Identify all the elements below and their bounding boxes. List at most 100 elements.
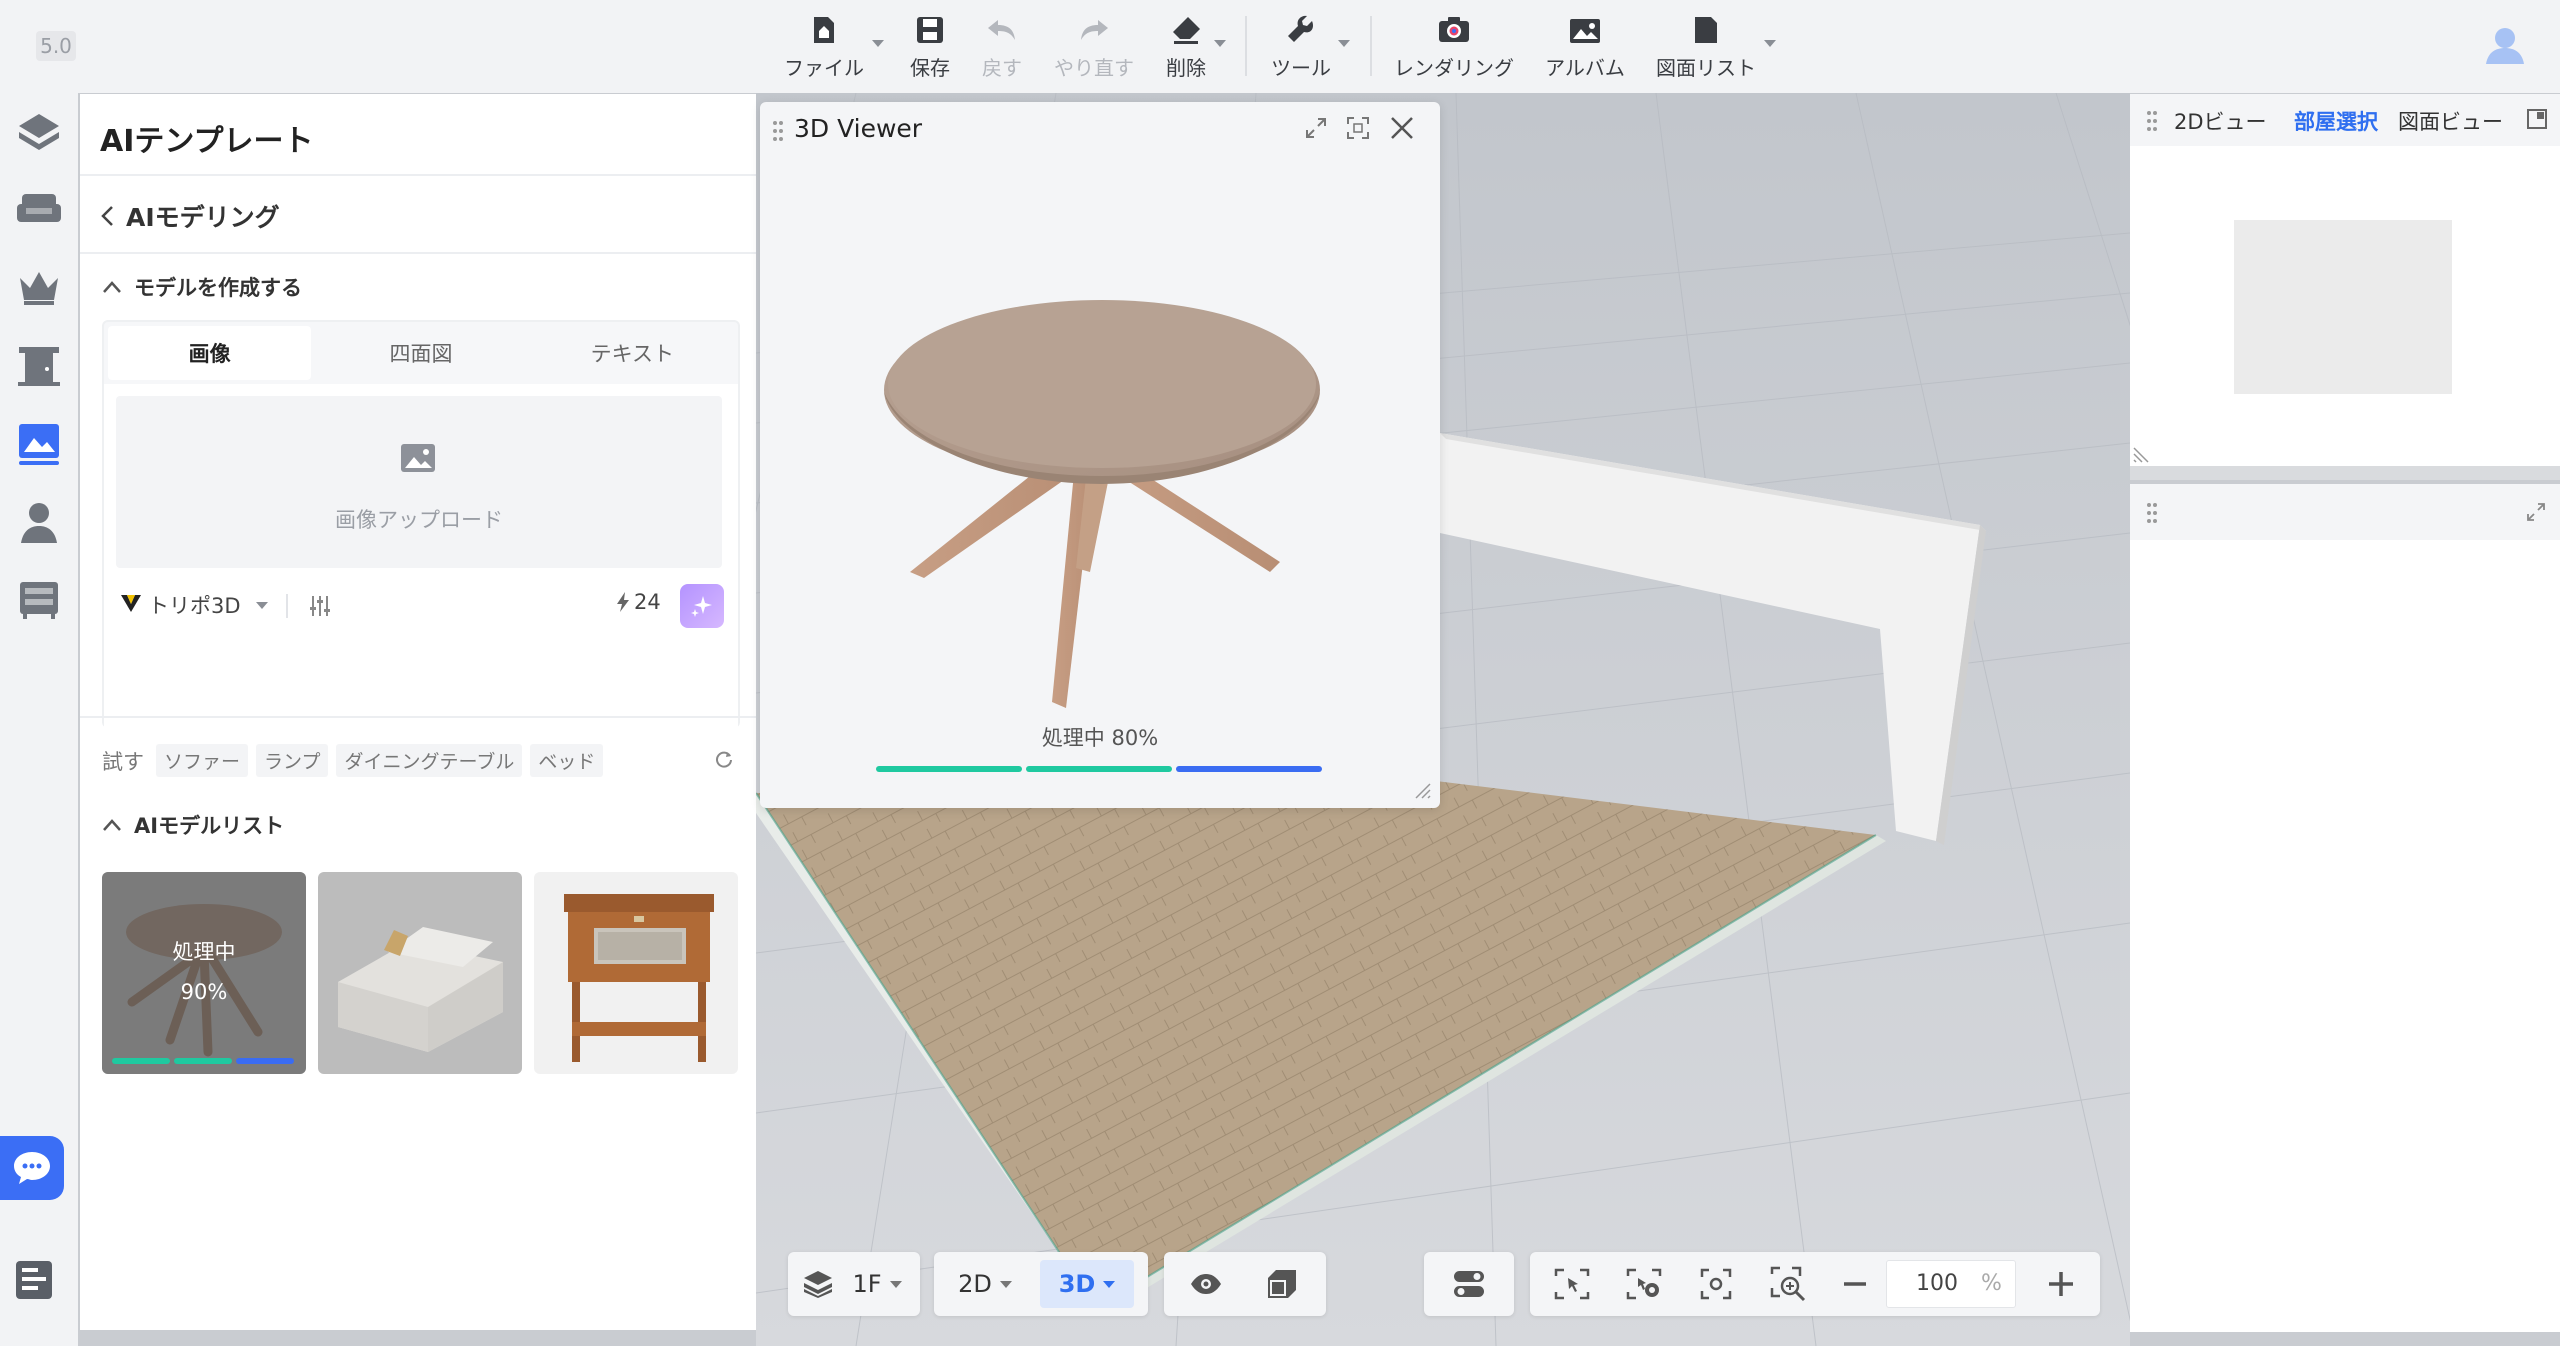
- tab-text[interactable]: テキスト: [531, 326, 734, 380]
- tab-room-select[interactable]: 部屋選択: [2294, 106, 2378, 136]
- back-to-ai-modeling[interactable]: AIモデリング: [100, 198, 280, 234]
- suggestion-chip[interactable]: ベッド: [530, 744, 604, 777]
- tools-button[interactable]: ツール: [1268, 12, 1334, 84]
- sofa-icon: [16, 192, 62, 228]
- delete-button[interactable]: 削除: [1162, 12, 1210, 84]
- panel-toggle-icon: [14, 1259, 60, 1301]
- resize-handle-icon[interactable]: [2132, 444, 2152, 464]
- suggestion-chip[interactable]: ソファー: [156, 744, 249, 777]
- view-3d-button[interactable]: 3D: [1040, 1260, 1134, 1308]
- model-thumbnail[interactable]: [318, 872, 522, 1074]
- tab-image[interactable]: 画像: [108, 326, 312, 380]
- chevron-up-icon: [102, 818, 122, 832]
- frame-select-icon: [1554, 1268, 1590, 1300]
- zoom-in-button[interactable]: [2036, 1252, 2086, 1316]
- generate-button[interactable]: [680, 584, 724, 628]
- model-thumbnail[interactable]: 処理中 90%: [102, 872, 306, 1074]
- redo-button[interactable]: やり直す: [1050, 12, 1138, 84]
- camera-settings-icon: [1626, 1268, 1662, 1300]
- delete-caret-icon[interactable]: [1214, 40, 1226, 47]
- create-model-section-header[interactable]: モデルを作成する: [102, 272, 302, 302]
- layers-icon[interactable]: [798, 1252, 838, 1316]
- close-icon[interactable]: [1388, 114, 1416, 142]
- expand-icon[interactable]: [1304, 116, 1328, 140]
- drag-handle-icon[interactable]: [772, 120, 784, 142]
- tab-four-view[interactable]: 四面図: [319, 326, 522, 380]
- properties-header: [2130, 484, 2560, 540]
- 3d-viewer-window: 3D Viewer 処理中 80%: [760, 102, 1440, 808]
- model-caret-icon[interactable]: [256, 602, 268, 609]
- file-caret-icon[interactable]: [872, 40, 884, 47]
- file-button[interactable]: ファイル: [782, 12, 866, 84]
- plus-icon: [2047, 1270, 2075, 1298]
- tripo-logo-icon: [120, 593, 142, 613]
- panel-splitter[interactable]: [2130, 466, 2560, 480]
- ai-model-list: AIモデルリスト 処理中 90%: [102, 782, 742, 1074]
- image-icon: [399, 442, 437, 474]
- floor-dropdown[interactable]: 1F: [842, 1252, 912, 1316]
- sidebar-item-storage[interactable]: [0, 561, 78, 639]
- zoom-input[interactable]: 100 %: [1886, 1260, 2016, 1308]
- tab-drawing-view[interactable]: 図面ビュー: [2398, 106, 2503, 136]
- album-label: アルバム: [1545, 56, 1625, 80]
- drawing-list-caret-icon[interactable]: [1764, 40, 1776, 47]
- sidebar-item-doors[interactable]: [0, 327, 78, 405]
- album-button[interactable]: アルバム: [1544, 12, 1626, 84]
- sliders-icon[interactable]: [308, 594, 332, 618]
- view-2d-button[interactable]: 2D: [950, 1252, 1020, 1316]
- tools-caret-icon[interactable]: [1338, 40, 1350, 47]
- render-button[interactable]: レンダリング: [1394, 12, 1514, 84]
- expand-icon[interactable]: [2526, 502, 2546, 522]
- processing-overlay: 処理中 90%: [102, 872, 306, 1074]
- detach-panel-icon[interactable]: [2526, 108, 2548, 130]
- redo-label: やり直す: [1054, 56, 1134, 80]
- sidebar-item-premium[interactable]: [0, 249, 78, 327]
- model-select[interactable]: トリポ3D: [148, 590, 241, 620]
- view-3d-label: 3D: [1058, 1270, 1096, 1298]
- sidebar-panel-toggle[interactable]: [14, 1259, 60, 1303]
- suggestion-chip[interactable]: ダイニングテーブル: [336, 744, 523, 777]
- drag-handle-icon[interactable]: [2146, 502, 2158, 524]
- image-upload-dropzone[interactable]: 画像アップロード: [116, 396, 722, 568]
- viewer-processing-status: 処理中 80%: [1041, 726, 1159, 750]
- resize-handle-icon[interactable]: [1412, 780, 1432, 800]
- sidebar-item-furniture[interactable]: [0, 171, 78, 249]
- model-list-section-header[interactable]: AIモデルリスト: [102, 810, 284, 840]
- fullscreen-icon[interactable]: [1346, 116, 1370, 140]
- viewer-progress-segment: [1026, 766, 1172, 772]
- crown-icon: [18, 270, 60, 306]
- frame-selection-button[interactable]: [1542, 1252, 1602, 1316]
- toggle-settings-button[interactable]: [1436, 1252, 1502, 1316]
- sidebar-item-layers[interactable]: [0, 93, 78, 171]
- floor-selector: 1F: [788, 1252, 920, 1316]
- view-mode-switch: 2D 3D: [934, 1252, 1148, 1316]
- visibility-button[interactable]: [1174, 1252, 1238, 1316]
- create-model-card: 画像 四面図 テキスト 画像アップロード トリポ3D 24: [102, 320, 740, 728]
- eye-icon: [1189, 1273, 1223, 1295]
- chat-button[interactable]: [0, 1136, 64, 1200]
- create-section-title: モデルを作成する: [134, 276, 302, 300]
- wireframe-button[interactable]: [1250, 1252, 1314, 1316]
- model-list-title: AIモデルリスト: [134, 814, 285, 838]
- upload-label: 画像アップロード: [335, 508, 503, 532]
- camera-settings-button[interactable]: [1614, 1252, 1674, 1316]
- room-minimap[interactable]: [2234, 220, 2452, 394]
- drawing-list-button[interactable]: 図面リスト: [1656, 12, 1756, 84]
- drag-handle-icon[interactable]: [2146, 110, 2158, 132]
- zoom-out-button[interactable]: [1830, 1252, 1880, 1316]
- focus-button[interactable]: [1686, 1252, 1746, 1316]
- sidebar-item-people[interactable]: [0, 483, 78, 561]
- model-thumbnail[interactable]: [534, 872, 738, 1074]
- suggestion-chip[interactable]: ランプ: [256, 744, 329, 777]
- drawing-list-label: 図面リスト: [1656, 56, 1756, 80]
- tab-2d-view[interactable]: 2Dビュー: [2174, 106, 2267, 136]
- left-icon-rail: [0, 93, 78, 1346]
- user-avatar-icon[interactable]: [2482, 22, 2528, 68]
- render-label: レンダリング: [1394, 56, 1514, 80]
- save-button[interactable]: 保存: [906, 12, 954, 84]
- divider: [80, 174, 756, 176]
- undo-button[interactable]: 戻す: [978, 12, 1026, 84]
- sidebar-item-ai-template[interactable]: [0, 405, 78, 483]
- refresh-icon[interactable]: [714, 748, 734, 768]
- zoom-to-fit-button[interactable]: [1758, 1252, 1818, 1316]
